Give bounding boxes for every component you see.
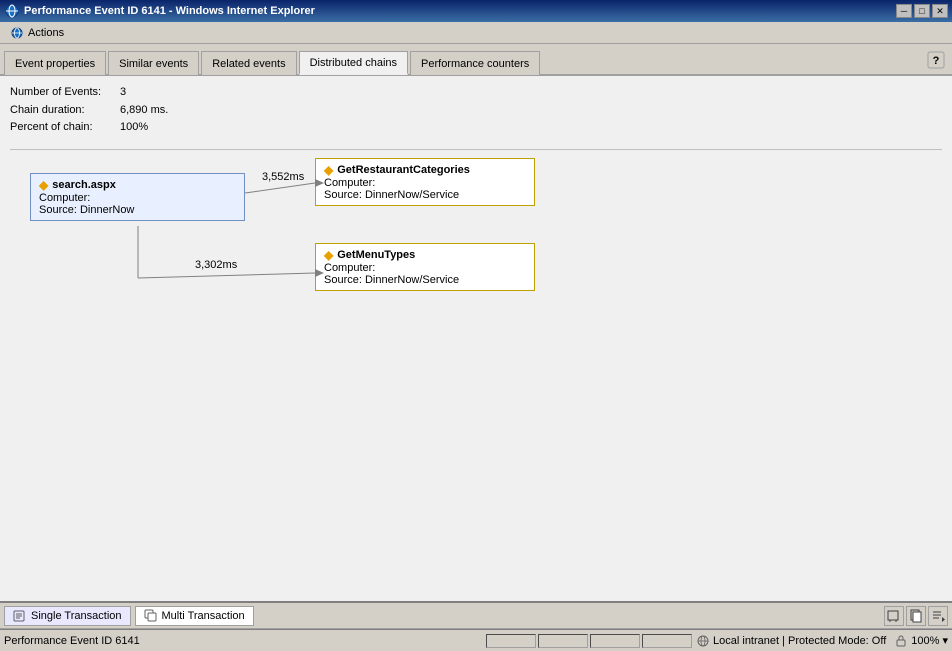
- separator: [10, 149, 942, 150]
- zoom-value: 100%: [911, 635, 939, 647]
- chain-diagram: ◆ search.aspx Computer: Source: DinnerNo…: [10, 158, 590, 318]
- status-segments: [486, 634, 692, 648]
- tab-content-distributed-chains: Number of Events: 3 Chain duration: 6,89…: [0, 76, 952, 601]
- tab-performance-counters-label: Performance counters: [421, 58, 529, 70]
- help-icon-svg: ?: [927, 51, 945, 69]
- bottom-tab-bar: Single Transaction Multi Transaction: [0, 601, 952, 629]
- restore-button[interactable]: □: [914, 4, 930, 18]
- status-right: Local intranet | Protected Mode: Off 100…: [696, 634, 948, 648]
- svg-text:?: ?: [933, 55, 940, 67]
- tab-area: Event properties Similar events Related …: [0, 44, 952, 76]
- zone-info: Local intranet | Protected Mode: Off: [696, 634, 886, 648]
- single-transaction-icon: [13, 609, 27, 623]
- minimize-button[interactable]: ─: [896, 4, 912, 18]
- tab-similar-events[interactable]: Similar events: [108, 51, 199, 75]
- info-section: Number of Events: 3 Chain duration: 6,89…: [10, 84, 942, 137]
- window-title: Performance Event ID 6141 - Windows Inte…: [24, 5, 315, 17]
- menu-bar: Actions: [0, 22, 952, 44]
- percent-of-chain-value: 100%: [120, 119, 148, 137]
- single-transaction-tab[interactable]: Single Transaction: [4, 606, 131, 626]
- multi-transaction-tab[interactable]: Multi Transaction: [135, 606, 254, 626]
- lock-icon: [894, 634, 908, 648]
- status-left-text: Performance Event ID 6141: [4, 635, 486, 647]
- status-bar: Performance Event ID 6141 Local intranet…: [0, 629, 952, 651]
- content-wrapper: Event properties Similar events Related …: [0, 44, 952, 629]
- arrow1-line: [245, 183, 315, 193]
- number-of-events-value: 3: [120, 84, 126, 102]
- tab-related-events[interactable]: Related events: [201, 51, 296, 75]
- arrow1-label: 3,552ms: [262, 171, 305, 183]
- multi-transaction-icon: [144, 609, 158, 623]
- zone-text: Local intranet | Protected Mode: Off: [713, 635, 886, 647]
- bottom-tab-action-icons: [884, 606, 948, 626]
- chain-duration-label: Chain duration:: [10, 102, 120, 120]
- zoom-info: 100% ▾: [894, 634, 948, 648]
- zoom-arrow: ▾: [942, 635, 948, 647]
- zoom-dropdown[interactable]: 100% ▾: [911, 634, 948, 647]
- status-seg4: [642, 634, 692, 648]
- arrow2-line: [138, 273, 315, 278]
- app-window: Performance Event ID 6141 - Windows Inte…: [0, 0, 952, 651]
- tab-performance-counters[interactable]: Performance counters: [410, 51, 540, 75]
- tab-event-properties[interactable]: Event properties: [4, 51, 106, 75]
- chain-duration-value: 6,890 ms.: [120, 102, 168, 120]
- info-row-events: Number of Events: 3: [10, 84, 942, 102]
- tab-related-events-label: Related events: [212, 58, 285, 70]
- tab-event-properties-label: Event properties: [15, 58, 95, 70]
- action-icon-2[interactable]: [906, 606, 926, 626]
- status-seg1: [486, 634, 536, 648]
- percent-of-chain-label: Percent of chain:: [10, 119, 120, 137]
- action-icon-1[interactable]: [884, 606, 904, 626]
- title-bar: Performance Event ID 6141 - Windows Inte…: [0, 0, 952, 22]
- multi-transaction-label: Multi Transaction: [162, 610, 245, 622]
- title-bar-buttons: ─ □ ✕: [896, 4, 948, 18]
- arrow2-head: [315, 269, 324, 277]
- tab-similar-events-label: Similar events: [119, 58, 188, 70]
- arrow2-label: 3,302ms: [195, 259, 238, 271]
- status-seg2: [538, 634, 588, 648]
- help-icon[interactable]: ?: [926, 50, 946, 70]
- tab-distributed-chains-label: Distributed chains: [310, 57, 397, 69]
- status-seg3: [590, 634, 640, 648]
- tab-bar: Event properties Similar events Related …: [0, 44, 952, 76]
- actions-label: Actions: [28, 27, 64, 39]
- tab-distributed-chains[interactable]: Distributed chains: [299, 51, 408, 75]
- close-button[interactable]: ✕: [932, 4, 948, 18]
- arrow1-head: [315, 179, 324, 187]
- action-icon-3[interactable]: [928, 606, 948, 626]
- zone-icon: [696, 634, 710, 648]
- info-row-duration: Chain duration: 6,890 ms.: [10, 102, 942, 120]
- single-transaction-label: Single Transaction: [31, 610, 122, 622]
- title-bar-left: Performance Event ID 6141 - Windows Inte…: [4, 3, 315, 19]
- actions-icon: [10, 26, 24, 40]
- number-of-events-label: Number of Events:: [10, 84, 120, 102]
- ie-icon: [4, 3, 20, 19]
- info-row-percent: Percent of chain: 100%: [10, 119, 942, 137]
- actions-menu[interactable]: Actions: [4, 24, 70, 42]
- arrows-svg: 3,552ms 3,302ms: [10, 158, 590, 318]
